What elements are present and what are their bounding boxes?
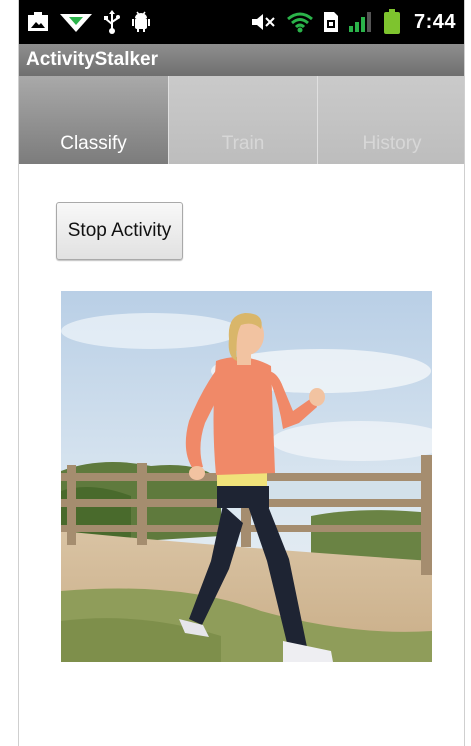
tab-train[interactable]: Train xyxy=(168,76,317,164)
mute-icon xyxy=(251,12,277,32)
signal-icon xyxy=(348,11,374,33)
app-title-bar: ActivityStalker xyxy=(19,44,464,76)
usb-icon xyxy=(103,10,121,34)
wifi-icon xyxy=(286,11,314,33)
stop-activity-button[interactable]: Stop Activity xyxy=(56,202,183,260)
app-title: ActivityStalker xyxy=(26,49,159,70)
status-bar-notifications xyxy=(27,10,151,34)
tab-bar: Classify Train History xyxy=(19,76,464,164)
tab-label: History xyxy=(362,133,422,154)
android-debug-icon xyxy=(131,11,151,33)
status-bar-system: 7:44 xyxy=(251,9,456,35)
tab-classify[interactable]: Classify xyxy=(19,76,168,164)
woman-walking-photo xyxy=(61,291,432,662)
phone-frame: 7:44 ActivityStalker Classify Train Hist… xyxy=(18,0,465,746)
battery-icon xyxy=(383,9,401,35)
tab-label: Classify xyxy=(60,133,127,154)
tab-label: Train xyxy=(221,133,265,154)
tab-history[interactable]: History xyxy=(317,76,464,164)
main-content: Stop Activity xyxy=(19,164,464,746)
wifi-download-icon xyxy=(59,11,93,33)
photo-notification-icon xyxy=(27,12,49,32)
status-bar: 7:44 xyxy=(19,0,464,44)
device-screen: 7:44 ActivityStalker Classify Train Hist… xyxy=(0,0,471,746)
status-bar-clock: 7:44 xyxy=(413,10,456,33)
sim-icon xyxy=(323,11,339,33)
